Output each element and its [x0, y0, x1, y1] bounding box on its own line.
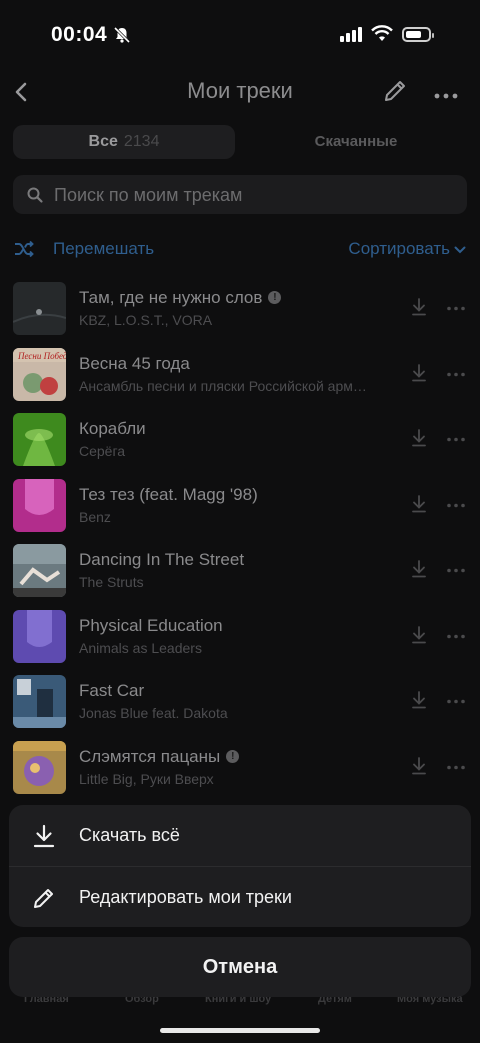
track-title: Слэмятся пацаны! [79, 747, 240, 767]
track-row[interactable]: Тез тез (feat. Magg '98) Benz [0, 473, 480, 537]
search-bar [13, 175, 467, 216]
explicit-icon: ! [268, 291, 282, 305]
download-icon [33, 824, 55, 848]
album-cover: Песни Победы [13, 348, 66, 401]
tab-all-label: Все [88, 133, 118, 150]
cellular-signal-icon [340, 27, 364, 47]
track-row[interactable]: Слэмятся пацаны! Little Big, Руки Вверх [0, 735, 480, 799]
track-artist: KBZ, L.O.S.T., VORA [79, 312, 213, 328]
download-icon[interactable] [410, 559, 428, 579]
cancel-button[interactable]: Отмена [9, 937, 471, 997]
segmented-tabs: Все 2134 Скачанные [13, 125, 467, 159]
more-dots-icon [434, 93, 458, 99]
track-title: Dancing In The Street [79, 550, 245, 569]
shuffle-button[interactable]: Перемешать [13, 238, 154, 260]
track-row[interactable]: Песни Победы Весна 45 года Ансамбль песн… [0, 342, 480, 406]
status-time: 00:04 [51, 23, 108, 46]
edit-tracks-label: Редактировать мои треки [79, 887, 292, 907]
download-icon[interactable] [410, 428, 428, 448]
track-artist: Серёга [79, 443, 126, 459]
track-row[interactable]: Корабли Серёга [0, 407, 480, 471]
track-more-icon[interactable] [447, 634, 465, 639]
tab-downloaded[interactable]: Скачанные [245, 125, 467, 159]
album-cover [13, 413, 66, 466]
action-sheet: Скачать всё Редактировать мои треки [9, 805, 471, 927]
home-indicator [160, 1028, 320, 1033]
search-input[interactable] [52, 175, 456, 216]
tab-all-count: 2134 [123, 133, 160, 150]
track-title: Fast Car [79, 681, 145, 700]
download-icon[interactable] [410, 297, 428, 317]
track-artist: Benz [79, 509, 111, 525]
track-more-icon[interactable] [447, 503, 465, 508]
track-more-icon[interactable] [447, 699, 465, 704]
album-cover [13, 282, 66, 335]
explicit-icon: ! [226, 750, 240, 764]
track-more-icon[interactable] [447, 306, 465, 311]
track-artist: Little Big, Руки Вверх [79, 771, 214, 787]
download-icon[interactable] [410, 363, 428, 383]
album-cover [13, 610, 66, 663]
track-more-icon[interactable] [447, 568, 465, 573]
wifi-icon [371, 25, 393, 47]
track-title: Весна 45 года [79, 354, 190, 373]
album-cover [13, 544, 66, 597]
header: Мои треки [0, 70, 480, 114]
album-cover [13, 741, 66, 794]
pencil-icon [34, 889, 53, 908]
track-row[interactable]: Fast Car Jonas Blue feat. Dakota [0, 669, 480, 733]
track-more-icon[interactable] [447, 765, 465, 770]
download-all-option[interactable]: Скачать всё [9, 805, 471, 866]
shuffle-label: Перемешать [53, 239, 155, 258]
edit-button[interactable] [380, 76, 410, 111]
sort-button[interactable]: Сортировать [348, 239, 466, 259]
track-artist: The Struts [79, 574, 144, 590]
track-artist: Animals as Leaders [79, 640, 202, 656]
track-row[interactable]: Там, где не нужно слов! KBZ, L.O.S.T., V… [0, 276, 480, 340]
track-title: Там, где не нужно слов! [79, 288, 282, 308]
track-row[interactable]: Dancing In The Street The Struts [0, 538, 480, 602]
download-icon[interactable] [410, 625, 428, 645]
muted-bell-icon [113, 26, 131, 49]
track-title: Тез тез (feat. Magg '98) [79, 485, 258, 504]
battery-icon [402, 27, 434, 42]
track-title: Корабли [79, 419, 146, 438]
chevron-down-icon [454, 246, 466, 253]
more-button[interactable] [434, 87, 458, 105]
shuffle-icon [15, 240, 34, 258]
track-artist: Jonas Blue feat. Dakota [79, 705, 228, 721]
track-artist: Ансамбль песни и пляски Российской арм… [79, 378, 367, 394]
track-title: Physical Education [79, 616, 223, 635]
search-icon [27, 187, 43, 203]
pencil-icon [385, 81, 405, 101]
sort-label: Сортировать [348, 239, 450, 258]
album-cover [13, 675, 66, 728]
tab-all[interactable]: Все 2134 [13, 125, 235, 159]
album-cover [13, 479, 66, 532]
download-all-label: Скачать всё [79, 825, 180, 845]
track-more-icon[interactable] [447, 437, 465, 442]
track-row[interactable]: Physical Education Animals as Leaders [0, 604, 480, 668]
download-icon[interactable] [410, 756, 428, 776]
status-bar: 00:04 [0, 0, 480, 70]
download-icon[interactable] [410, 494, 428, 514]
edit-tracks-option[interactable]: Редактировать мои треки [9, 867, 471, 928]
track-more-icon[interactable] [447, 372, 465, 377]
svg-text:Песни Победы: Песни Победы [17, 351, 66, 361]
download-icon[interactable] [410, 690, 428, 710]
